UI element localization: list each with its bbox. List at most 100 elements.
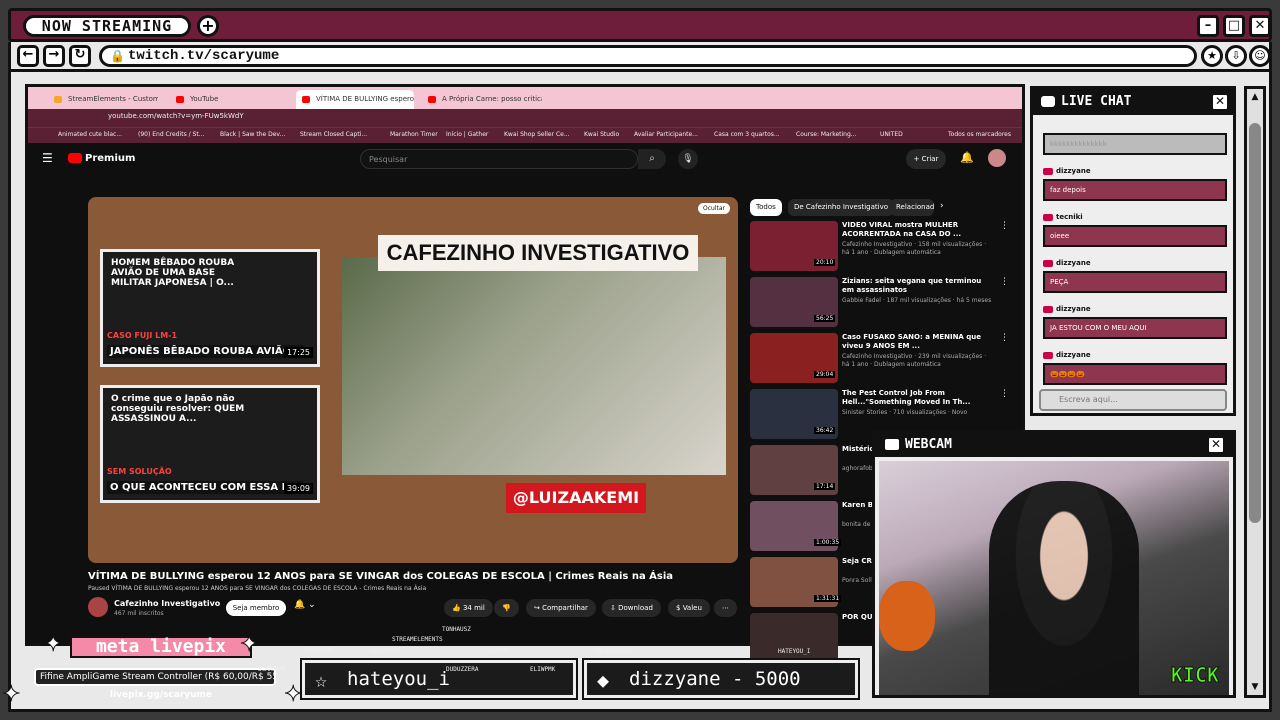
- star-icon: ✦: [43, 632, 63, 657]
- chat-username[interactable]: dizzyane: [1043, 167, 1091, 175]
- rec-duration: 17:14: [814, 483, 836, 490]
- chrome-address-bar[interactable]: youtube.com/watch?v=ym-FUw5kWdY: [28, 109, 1022, 127]
- bookmark-item[interactable]: Início | Gather: [446, 131, 488, 138]
- star-icon[interactable]: ★: [1201, 45, 1223, 67]
- bell-icon[interactable]: 🔔: [960, 151, 974, 164]
- chrome-tab-label: StreamElements - Custom com: [68, 95, 158, 103]
- endscreen-card[interactable]: HOMEM BÊBADO ROUBA AVIÃO DE UMA BASE MIL…: [100, 249, 320, 367]
- like-button[interactable]: 👍 34 mil: [444, 599, 493, 617]
- youtube-header: ☰ Premium Pesquisar ⌕ 🎙 + Criar 🔔: [28, 143, 1022, 175]
- stream-title-bar: NOW STREAMING + – □ ✕: [8, 8, 1272, 42]
- bookmark-item[interactable]: Animated cute blac...: [58, 131, 122, 138]
- download-button[interactable]: ⇩ Download: [602, 599, 661, 617]
- more-vert-icon[interactable]: ⋮: [1000, 221, 1009, 231]
- chat-message: JA ESTOU COM O MEU AQUI: [1043, 317, 1227, 339]
- chat-username[interactable]: tecniki: [1043, 213, 1083, 221]
- add-icon[interactable]: +: [197, 15, 219, 37]
- scroll-thumb[interactable]: [1249, 123, 1261, 523]
- ticker-name: ELIWPMK: [530, 666, 556, 673]
- chrome-tab-label: VÍTIMA DE BULLYING esperou: [316, 95, 414, 103]
- tab-favicon-icon: [176, 96, 184, 103]
- paused-status: Paused VÍTIMA DE BULLYING esperou 12 ANO…: [88, 585, 427, 592]
- bookmark-item[interactable]: Kwai Studio: [584, 131, 619, 138]
- mic-icon[interactable]: 🎙: [678, 149, 698, 169]
- avatar[interactable]: [988, 149, 1006, 167]
- thanks-button[interactable]: $ Valeu: [668, 599, 710, 617]
- scroll-up-icon[interactable]: ▲: [1247, 89, 1263, 105]
- channel-row: Cafezinho Investigativo 467 mil inscrito…: [88, 597, 748, 619]
- recommended-video[interactable]: 56:25 Zizians: seita vegana que terminou …: [750, 277, 1020, 327]
- chrome-url-text: youtube.com/watch?v=ym-FUw5kWdY: [108, 112, 244, 120]
- recommended-video[interactable]: 29:04 Caso FUSAKO SANO: a MENINA que vive…: [750, 333, 1020, 383]
- chrome-tab[interactable]: A Própria Carne: posso criticar: [422, 90, 542, 109]
- bookmark-item[interactable]: Stream Closed Capti...: [300, 131, 367, 138]
- hide-button[interactable]: Ocultar: [698, 203, 730, 214]
- back-button[interactable]: ←: [17, 45, 39, 67]
- minimize-button[interactable]: –: [1197, 15, 1219, 37]
- endscreen-card[interactable]: O crime que o Japão não conseguiu resolv…: [100, 385, 320, 503]
- ticker-name: DUDUZZERA: [446, 666, 479, 673]
- thumbnail-handle: @LUIZAAKEMI: [506, 483, 646, 513]
- forward-button[interactable]: →: [43, 45, 65, 67]
- chat-username[interactable]: dizzyane: [1043, 351, 1091, 359]
- stream-overlay-frame: NOW STREAMING + – □ ✕ ← → ↻ 🔒 twitch.tv/…: [0, 0, 1280, 720]
- more-options-icon[interactable]: ⋯: [714, 599, 737, 617]
- more-vert-icon[interactable]: ⋮: [1000, 333, 1009, 343]
- page-scrollbar[interactable]: ▲ ▼: [1244, 86, 1266, 698]
- close-chat-button[interactable]: ✕: [1211, 93, 1229, 111]
- share-button[interactable]: ↪ Compartilhar: [526, 599, 596, 617]
- bookmarks-bar: Animated cute blac... (90) End Credits /…: [28, 127, 1022, 143]
- close-webcam-button[interactable]: ✕: [1207, 436, 1225, 454]
- chat-username-text: dizzyane: [1056, 259, 1091, 267]
- download-icon[interactable]: ⇩: [1225, 45, 1247, 67]
- bookmark-item[interactable]: UNITED: [880, 131, 903, 138]
- bookmark-item[interactable]: Black | Saw the Dev...: [220, 131, 285, 138]
- dislike-button[interactable]: 👎: [494, 599, 519, 617]
- chrome-tab[interactable]: StreamElements - Custom com: [48, 90, 158, 109]
- more-vert-icon[interactable]: ⋮: [1000, 389, 1009, 399]
- reload-button[interactable]: ↻: [69, 45, 91, 67]
- bookmark-item[interactable]: Marathon Timer: [390, 131, 438, 138]
- now-streaming-label: NOW STREAMING: [23, 15, 191, 37]
- chip-all[interactable]: Todos: [750, 199, 782, 216]
- chip-related[interactable]: Relacionados: [890, 199, 934, 216]
- bookmark-item[interactable]: Avaliar Participante...: [634, 131, 698, 138]
- channel-name[interactable]: Cafezinho Investigativo: [114, 599, 220, 608]
- thumbnail-banner: CAFEZINHO INVESTIGATIVO: [378, 235, 698, 271]
- chrome-tab[interactable]: YouTube: [170, 90, 288, 109]
- recommended-video[interactable]: 20:10 VÍDEO VIRAL mostra MULHER ACORRENTA…: [750, 221, 1020, 271]
- create-button[interactable]: + Criar: [906, 149, 946, 169]
- chat-message-top: kkkkkkkkkkkkkk: [1043, 133, 1227, 155]
- youtube-logo[interactable]: Premium: [68, 153, 135, 164]
- channel-avatar[interactable]: [88, 597, 108, 617]
- bookmark-item[interactable]: (90) End Credits / St...: [138, 131, 204, 138]
- chevron-right-icon[interactable]: ›: [940, 201, 944, 211]
- ticker-name: SALADAJOGOS: [594, 648, 634, 655]
- video-player[interactable]: Ocultar CAFEZINHO INVESTIGATIVO @LUIZAAK…: [88, 197, 738, 563]
- more-vert-icon[interactable]: ⋮: [1000, 277, 1009, 287]
- search-icon[interactable]: ⌕: [638, 149, 666, 169]
- join-button[interactable]: Seja membro: [226, 600, 286, 616]
- chat-username[interactable]: dizzyane: [1043, 259, 1091, 267]
- chip-channel[interactable]: De Cafezinho Investigativo: [788, 199, 895, 216]
- url-bar[interactable]: 🔒 twitch.tv/scaryume: [99, 45, 1197, 67]
- bookmark-item[interactable]: Kwai Shop Seller Ce...: [504, 131, 570, 138]
- close-button[interactable]: ✕: [1249, 15, 1271, 37]
- chat-username[interactable]: dizzyane: [1043, 305, 1091, 313]
- tab-favicon-icon: [302, 96, 310, 103]
- youtube-search-input[interactable]: Pesquisar: [360, 149, 638, 169]
- notify-bell-icon[interactable]: 🔔 ⌄: [294, 600, 316, 610]
- bookmark-item[interactable]: Todos os marcadores: [948, 131, 1011, 138]
- menu-icon[interactable]: ☰: [42, 151, 53, 165]
- chat-input[interactable]: Escreva aqui...: [1039, 389, 1227, 411]
- chat-username-text: dizzyane: [1056, 305, 1091, 313]
- chrome-tab-label: YouTube: [190, 95, 219, 103]
- scroll-down-icon[interactable]: ▼: [1247, 679, 1263, 695]
- bookmark-item[interactable]: Course: Marketing...: [796, 131, 857, 138]
- maximize-button[interactable]: □: [1223, 15, 1245, 37]
- chrome-tab-active[interactable]: VÍTIMA DE BULLYING esperou: [296, 90, 414, 109]
- people-icon[interactable]: ☺: [1249, 45, 1271, 67]
- rec-title: The Pest Control Job From Hell..."Someth…: [842, 389, 971, 406]
- bookmark-item[interactable]: Casa com 3 quartos...: [714, 131, 780, 138]
- live-chat-panel: LIVE CHAT ✕ kkkkkkkkkkkkkk Escreva aqui.…: [1030, 86, 1236, 416]
